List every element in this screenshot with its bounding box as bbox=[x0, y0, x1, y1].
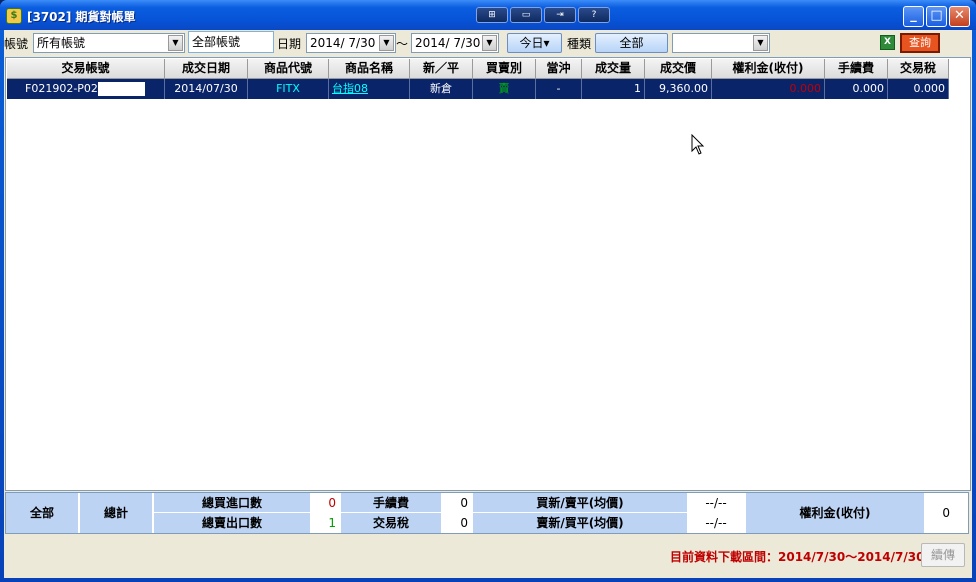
dock-icon[interactable]: ⇥ bbox=[544, 7, 576, 23]
query-button[interactable]: 查詢 bbox=[900, 33, 940, 53]
summary-total-label: 總計 bbox=[80, 493, 153, 533]
column-header[interactable]: 交易帳號 bbox=[7, 59, 165, 79]
date-from-picker[interactable]: 2014/ 7/30 ▼ bbox=[306, 33, 396, 53]
buy-in-label: 總買進口數 bbox=[154, 493, 310, 513]
column-header[interactable]: 新／平 bbox=[410, 59, 473, 79]
buy-in-value: 0 bbox=[310, 493, 340, 513]
window: $ [3702] 期貨對帳單 ⊞ ▭ ⇥ ? _ □ ✕ 帳號 所有帳號 ▼ 全… bbox=[0, 0, 976, 582]
sell-avg-value: --/-- bbox=[687, 513, 745, 533]
tax-label: 交易稅 bbox=[341, 513, 441, 533]
column-header[interactable]: 成交日期 bbox=[165, 59, 248, 79]
maximize-button[interactable]: □ bbox=[926, 6, 947, 27]
cell-day-trade: - bbox=[536, 79, 582, 99]
tax-value: 0 bbox=[441, 513, 472, 533]
column-header[interactable]: 交易稅 bbox=[888, 59, 949, 79]
premium-value: 0 bbox=[924, 493, 954, 533]
type-label: 種類 bbox=[567, 37, 592, 51]
cell-date: 2014/07/30 bbox=[165, 79, 248, 99]
cell-fee: 0.000 bbox=[825, 79, 888, 99]
chevron-down-icon[interactable]: ▼ bbox=[168, 35, 183, 51]
cell-tax: 0.000 bbox=[888, 79, 949, 99]
app-icon: $ bbox=[6, 8, 22, 24]
cell-side: 賣 bbox=[473, 79, 536, 99]
window-size-icon[interactable]: ▭ bbox=[510, 7, 542, 23]
help-icon[interactable]: ? bbox=[578, 7, 610, 23]
cell-account: F021902-P02 bbox=[7, 79, 165, 99]
type-select[interactable]: ▼ bbox=[672, 33, 770, 53]
column-header[interactable]: 商品名稱 bbox=[329, 59, 410, 79]
cell-product-code: FITX bbox=[248, 79, 329, 99]
buy-avg-label: 買新/賣平(均價) bbox=[473, 493, 687, 513]
sell-out-value: 1 bbox=[310, 513, 340, 533]
account-select-value: 所有帳號 bbox=[37, 36, 86, 50]
table-header: 交易帳號 成交日期 商品代號 商品名稱 新／平 買賣別 當沖 成交量 成交價 權… bbox=[7, 59, 949, 79]
summary-all-label: 全部 bbox=[6, 493, 79, 533]
today-button[interactable]: 今日▾ bbox=[507, 33, 562, 53]
table-row[interactable]: F021902-P02 2014/07/30 FITX 台指08 新倉 賣 - … bbox=[7, 79, 949, 99]
column-header[interactable]: 手續費 bbox=[825, 59, 888, 79]
buy-avg-value: --/-- bbox=[687, 493, 745, 513]
account-select[interactable]: 所有帳號 ▼ bbox=[33, 33, 185, 53]
trades-table: 交易帳號 成交日期 商品代號 商品名稱 新／平 買賣別 當沖 成交量 成交價 權… bbox=[5, 57, 971, 491]
download-range-text: 目前資料下載區間：2014/7/30～2014/7/30 bbox=[670, 550, 925, 564]
cell-premium: 0.000 bbox=[712, 79, 825, 99]
cell-open-close: 新倉 bbox=[410, 79, 473, 99]
redaction-box bbox=[98, 82, 145, 96]
sell-avg-label: 賣新/買平(均價) bbox=[473, 513, 687, 533]
date-to-value: 2014/ 7/30 bbox=[415, 36, 481, 50]
window-title: [3702] 期貨對帳單 bbox=[27, 10, 136, 24]
column-header[interactable]: 買賣別 bbox=[473, 59, 536, 79]
title-bar[interactable]: $ [3702] 期貨對帳單 ⊞ ▭ ⇥ ? _ □ ✕ bbox=[0, 0, 976, 30]
column-header[interactable]: 商品代號 bbox=[248, 59, 329, 79]
sell-out-label: 總賣出口數 bbox=[154, 513, 310, 533]
chevron-down-icon[interactable]: ▼ bbox=[379, 35, 394, 51]
date-separator: ～ bbox=[396, 37, 409, 51]
cell-volume: 1 bbox=[582, 79, 645, 99]
column-header[interactable]: 當沖 bbox=[536, 59, 582, 79]
excel-icon[interactable]: X bbox=[880, 35, 895, 50]
date-label: 日期 bbox=[277, 37, 302, 51]
minimize-button[interactable]: _ bbox=[903, 6, 924, 27]
summary-panel: 全部 總計 總買進口數 0 總賣出口數 1 手續費 0 交易稅 0 買新/賣平(… bbox=[5, 492, 969, 534]
date-to-picker[interactable]: 2014/ 7/30 ▼ bbox=[411, 33, 499, 53]
close-button[interactable]: ✕ bbox=[949, 6, 970, 27]
filter-toolbar: 帳號 所有帳號 ▼ 全部帳號 日期 2014/ 7/30 ▼ ～ 2014/ 7… bbox=[4, 30, 972, 56]
account-name-field[interactable]: 全部帳號 bbox=[188, 31, 274, 53]
chevron-down-icon[interactable]: ▼ bbox=[753, 35, 768, 51]
date-from-value: 2014/ 7/30 bbox=[310, 36, 376, 50]
column-header[interactable]: 成交量 bbox=[582, 59, 645, 79]
column-header[interactable]: 成交價 bbox=[645, 59, 712, 79]
fee-label: 手續費 bbox=[341, 493, 441, 513]
fee-value: 0 bbox=[441, 493, 472, 513]
status-bar: 目前資料下載區間：2014/7/30～2014/7/30 續傳 bbox=[4, 536, 972, 576]
client-area: 帳號 所有帳號 ▼ 全部帳號 日期 2014/ 7/30 ▼ ～ 2014/ 7… bbox=[4, 30, 972, 578]
type-all-button[interactable]: 全部 bbox=[595, 33, 668, 53]
premium-label: 權利金(收付) bbox=[746, 493, 924, 533]
product-name-link[interactable]: 台指08 bbox=[329, 79, 410, 99]
cell-price: 9,360.00 bbox=[645, 79, 712, 99]
layout-icon[interactable]: ⊞ bbox=[476, 7, 508, 23]
continue-button[interactable]: 續傳 bbox=[921, 543, 965, 567]
column-header[interactable]: 權利金(收付) bbox=[712, 59, 825, 79]
account-label: 帳號 bbox=[4, 37, 29, 51]
chevron-down-icon[interactable]: ▼ bbox=[482, 35, 497, 51]
